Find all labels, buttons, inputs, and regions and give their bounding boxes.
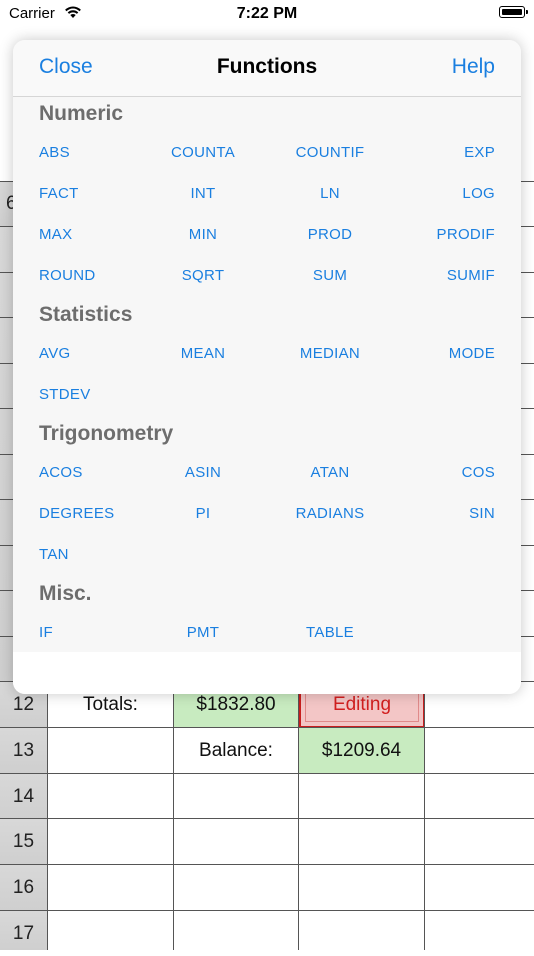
function-button[interactable]: SIN xyxy=(469,505,495,522)
function-button[interactable]: MEDIAN xyxy=(300,345,360,362)
function-button[interactable]: AVG xyxy=(39,345,70,362)
row-header-15[interactable]: 15 xyxy=(0,819,47,864)
row-header-17[interactable]: 17 xyxy=(0,911,47,950)
section-title-misc: Misc. xyxy=(39,582,92,605)
battery-icon xyxy=(499,6,528,18)
function-button[interactable]: MAX xyxy=(39,226,72,243)
function-button[interactable]: LOG xyxy=(462,185,495,202)
section-title-numeric: Numeric xyxy=(39,102,124,125)
function-button[interactable]: SUM xyxy=(313,267,347,284)
function-button[interactable]: COS xyxy=(462,464,495,481)
popover-title: Functions xyxy=(216,55,318,78)
function-button[interactable]: RADIANS xyxy=(296,505,365,522)
function-button[interactable]: ABS xyxy=(39,144,70,161)
functions-popover: Close Functions Help Numeric ABS COUNTA … xyxy=(13,40,521,694)
function-button[interactable]: PROD xyxy=(308,226,353,243)
function-button[interactable]: MEAN xyxy=(181,345,226,362)
help-button[interactable]: Help xyxy=(452,55,495,79)
function-button[interactable]: ACOS xyxy=(39,464,83,481)
function-button[interactable]: LN xyxy=(320,185,340,202)
function-button[interactable]: DEGREES xyxy=(39,505,114,522)
popover-footer xyxy=(13,652,521,694)
function-button[interactable]: SUMIF xyxy=(447,267,495,284)
cell-balance-label[interactable]: Balance: xyxy=(174,728,298,773)
function-button[interactable]: MODE xyxy=(449,345,495,362)
function-button[interactable]: TABLE xyxy=(306,624,354,641)
row-header-16[interactable]: 16 xyxy=(0,865,47,910)
function-button[interactable]: ASIN xyxy=(185,464,221,481)
function-button[interactable]: PI xyxy=(196,505,211,522)
section-title-statistics: Statistics xyxy=(39,303,133,326)
function-button[interactable]: FACT xyxy=(39,185,79,202)
row-header-13[interactable]: 13 xyxy=(0,728,47,773)
function-button[interactable]: MIN xyxy=(189,226,217,243)
function-button[interactable]: COUNTIF xyxy=(296,144,365,161)
function-button[interactable]: PMT xyxy=(187,624,220,641)
function-button[interactable]: PRODIF xyxy=(437,226,495,243)
function-button[interactable]: SQRT xyxy=(182,267,225,284)
status-bar: Carrier 7:22 PM xyxy=(0,0,534,28)
function-button[interactable]: EXP xyxy=(464,144,495,161)
function-button[interactable]: COUNTA xyxy=(171,144,235,161)
function-button[interactable]: IF xyxy=(39,624,53,641)
status-time: 7:22 PM xyxy=(236,5,298,22)
section-title-trigonometry: Trigonometry xyxy=(39,422,174,445)
cell-balance-value[interactable]: $1209.64 xyxy=(299,728,424,773)
function-button[interactable]: ROUND xyxy=(39,267,96,284)
function-button[interactable]: INT xyxy=(190,185,215,202)
editing-label: Editing xyxy=(332,694,392,715)
popover-header: Close Functions Help xyxy=(13,40,521,97)
function-button[interactable]: ATAN xyxy=(311,464,350,481)
function-button[interactable]: STDEV xyxy=(39,386,91,403)
row-header-14[interactable]: 14 xyxy=(0,774,47,819)
function-button[interactable]: TAN xyxy=(39,546,69,563)
